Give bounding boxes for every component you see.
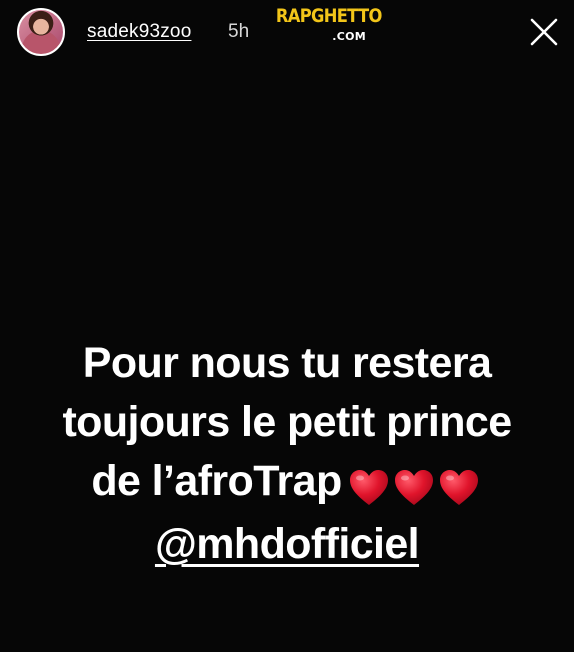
caption-line-3: de l’afroTrap <box>0 452 574 515</box>
timestamp: 5h <box>228 21 250 42</box>
story-viewer: sadek93zoo 5h RAPGHETTO .COM Pour nous t… <box>0 0 574 652</box>
watermark-sub: .COM <box>332 30 366 43</box>
hearts-group <box>348 456 483 515</box>
story-caption: Pour nous tu restera toujours le petit p… <box>0 334 574 574</box>
mention-link[interactable]: @mhdofficiel <box>155 520 420 568</box>
red-heart-icon <box>439 469 478 505</box>
caption-line-4: @mhdofficiel <box>0 515 574 574</box>
caption-line-2: toujours le petit prince <box>62 398 512 446</box>
close-button[interactable] <box>528 16 560 48</box>
username[interactable]: sadek93zoo <box>87 21 191 43</box>
close-icon <box>530 18 558 46</box>
caption-line-3-text: de l’afroTrap <box>91 457 342 505</box>
watermark-main: RAPGHETTO <box>275 5 383 27</box>
watermark-logo: RAPGHETTO .COM <box>268 5 383 49</box>
avatar[interactable] <box>17 8 65 56</box>
red-heart-icon <box>394 469 433 505</box>
caption-line-1: Pour nous tu restera <box>82 339 492 387</box>
red-heart-icon <box>349 469 388 505</box>
story-header: sadek93zoo 5h RAPGHETTO .COM <box>0 0 574 64</box>
